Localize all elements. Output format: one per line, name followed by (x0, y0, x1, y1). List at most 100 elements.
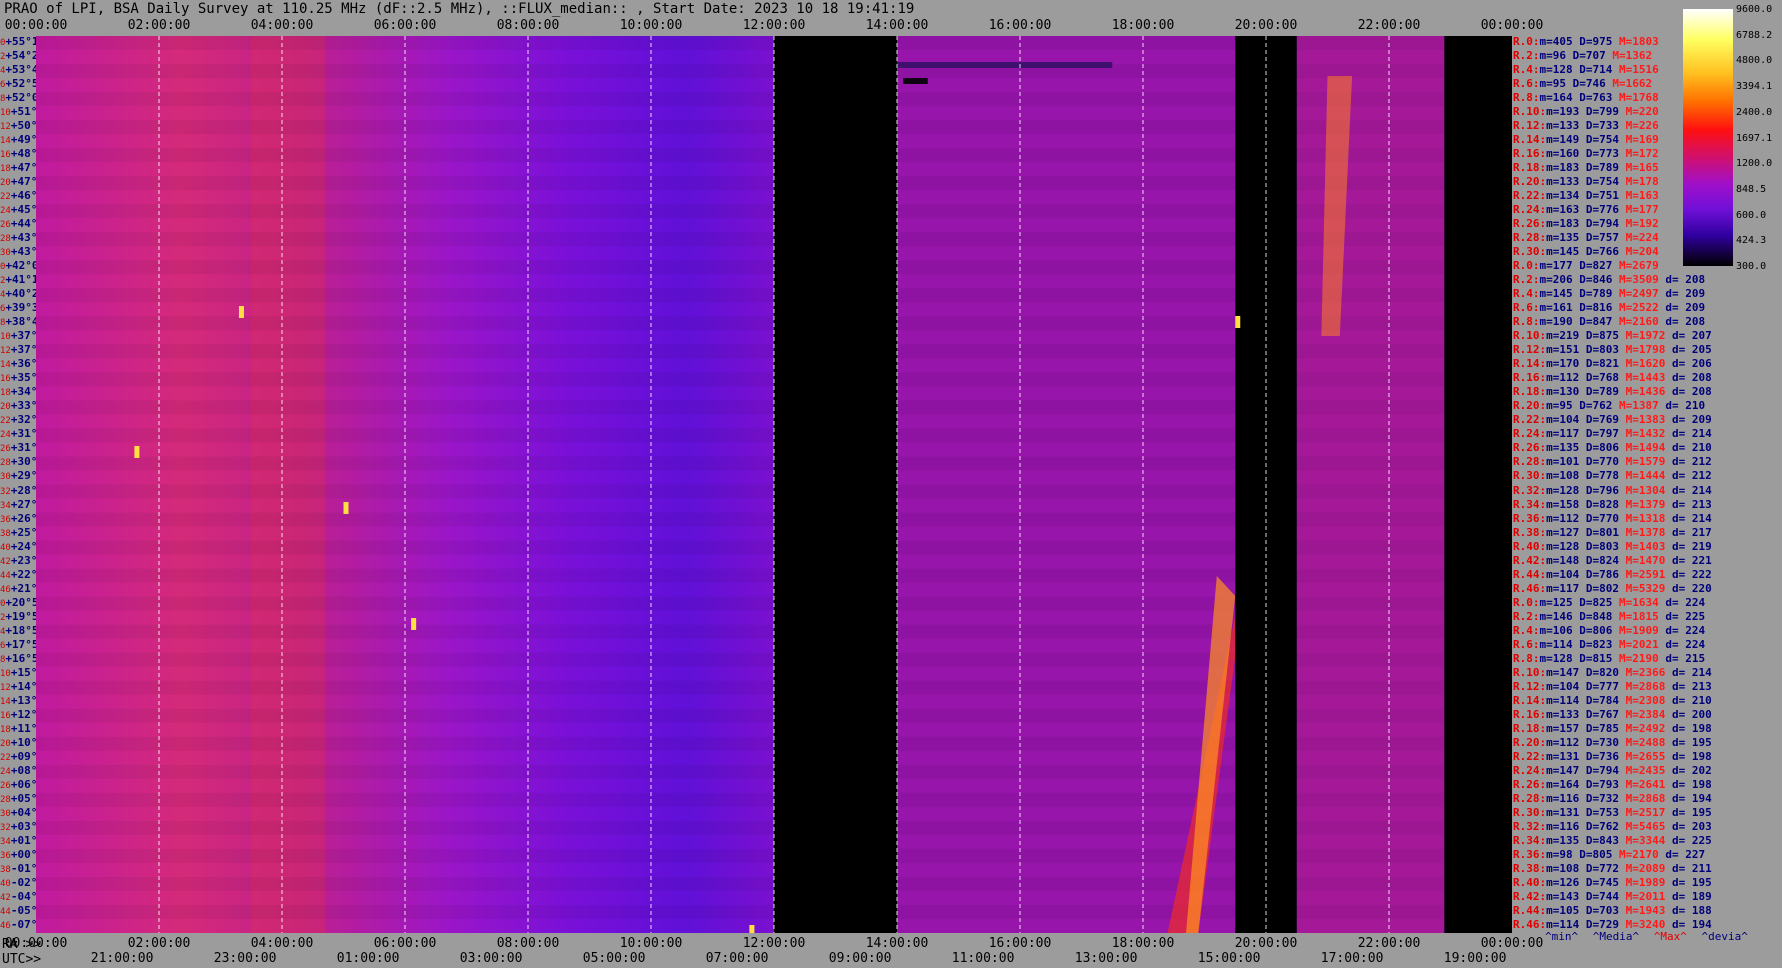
stat-row: R.28:m=135 D=757 M=224 (1513, 231, 1659, 245)
stat-row: R.32:m=116 D=762 M=5465 d= 203 (1513, 819, 1712, 833)
stat-min: 157 (1559, 721, 1580, 735)
bottom-utc-tick: 17:00:00 (1320, 951, 1384, 966)
bottom-utc-tick: 21:00:00 (90, 951, 154, 966)
stat-median: 777 (1599, 679, 1619, 693)
stat-max: 2497 (1632, 287, 1659, 301)
stat-max: 2190 (1632, 651, 1659, 665)
interference-streak (903, 78, 928, 84)
stat-max: 2868 (1638, 791, 1666, 805)
stat-max: 226 (1638, 119, 1659, 133)
stat-receiver: R.26: (1513, 441, 1547, 455)
row-index: 20 (0, 178, 11, 189)
stat-receiver: R.28: (1513, 455, 1547, 469)
stat-min: 112 (1559, 511, 1580, 525)
stat-min: 112 (1559, 371, 1580, 385)
blackout-region (774, 36, 897, 933)
stat-median: 823 (1592, 637, 1613, 651)
stat-min: 127 (1559, 525, 1580, 539)
stat-row: R.0:m=405 D=975 M=1803 (1513, 35, 1659, 48)
stat-min: 148 (1559, 553, 1580, 567)
stat-row: R.46:m=117 D=802 M=5329 d= 220 (1513, 581, 1712, 595)
colorbar-tick: 1200.0 (1736, 158, 1773, 170)
stats-legend-keys: ^min^ ^Media^ ^Max^ ^devia^ (1545, 930, 1748, 943)
row-index: 26 (0, 780, 11, 791)
stat-median: 847 (1592, 315, 1613, 329)
colorbar-tick: 848.5 (1736, 183, 1767, 195)
stat-max: 1387 (1632, 399, 1659, 413)
stat-min: 95 (1552, 77, 1566, 91)
row-index: 18 (0, 724, 11, 735)
stat-median: 820 (1599, 665, 1619, 679)
stat-devia: 203 (1691, 819, 1712, 833)
stat-row: R.4:m=128 D=714 M=1516 (1513, 63, 1659, 77)
stat-median: 767 (1599, 707, 1619, 721)
stat-min: 135 (1559, 441, 1580, 455)
stat-max: 163 (1638, 189, 1659, 203)
row-index: 32 (0, 822, 11, 833)
stat-min: 130 (1559, 385, 1580, 399)
top-ra-tick: 10:00:00 (619, 18, 683, 33)
bottom-ra-tick: 16:00:00 (988, 936, 1052, 951)
stat-median: 772 (1599, 861, 1619, 875)
stat-median: 730 (1599, 735, 1619, 749)
stat-receiver: R.6: (1513, 77, 1540, 91)
stat-receiver: R.14: (1513, 693, 1547, 707)
stat-max: 2641 (1638, 777, 1666, 791)
row-index: 38 (0, 864, 11, 875)
stat-receiver: R.16: (1513, 707, 1547, 721)
stat-devia: 220 (1691, 581, 1712, 595)
stat-max: 2492 (1638, 721, 1666, 735)
bottom-ra-tick: 10:00:00 (619, 936, 683, 951)
stat-median: 794 (1599, 217, 1619, 231)
stat-min: 108 (1559, 469, 1580, 483)
stat-median: 821 (1599, 357, 1619, 371)
stat-max: 2170 (1632, 847, 1659, 861)
bottom-ra-tick: 18:00:00 (1111, 936, 1175, 951)
stat-median: 799 (1599, 105, 1619, 119)
stat-devia: 227 (1685, 847, 1706, 861)
stat-devia: 206 (1691, 357, 1712, 371)
stat-devia: 208 (1685, 273, 1706, 287)
stat-devia: 212 (1691, 469, 1712, 483)
stat-row: R.22:m=104 D=769 M=1383 d= 209 (1513, 413, 1712, 427)
bottom-ra-axis: 00:00:00 02:00:00 04:00:00 06:00:00 08:00:00… (5, 936, 1544, 952)
row-index: 46 (0, 920, 11, 931)
row-index: 42 (0, 556, 11, 567)
stat-min: 98 (1559, 847, 1573, 861)
stat-receiver: R.4: (1513, 623, 1540, 637)
stat-max: 1516 (1632, 63, 1659, 77)
stat-receiver: R.10: (1513, 329, 1547, 343)
stat-receiver: R.20: (1513, 399, 1547, 413)
point-source (411, 618, 417, 630)
stat-max: 1972 (1638, 329, 1666, 343)
stat-median: 803 (1599, 539, 1619, 553)
row-index: 22 (0, 192, 11, 203)
stat-receiver: R.0: (1513, 259, 1540, 273)
stat-median: 805 (1592, 847, 1613, 861)
stat-row: R.40:m=126 D=745 M=1989 d= 195 (1513, 875, 1712, 889)
stat-max: 1362 (1625, 49, 1653, 63)
stat-min: 117 (1559, 427, 1580, 441)
stat-min: 95 (1559, 399, 1573, 413)
stat-min: 128 (1559, 539, 1580, 553)
stat-row: R.30:m=108 D=778 M=1444 d= 212 (1513, 469, 1712, 483)
stat-receiver: R.34: (1513, 833, 1547, 847)
row-index: 30 (0, 472, 11, 483)
stat-median: 733 (1599, 119, 1619, 133)
stat-max: 1379 (1638, 497, 1666, 511)
stat-devia: 221 (1691, 553, 1712, 567)
stat-receiver: R.30: (1513, 469, 1547, 483)
stat-max: 177 (1638, 203, 1659, 217)
row-index: 28 (0, 794, 11, 805)
stat-receiver: R.14: (1513, 133, 1547, 147)
stat-receiver: R.4: (1513, 63, 1540, 77)
stat-max: 1579 (1638, 455, 1666, 469)
stat-min: 163 (1559, 203, 1580, 217)
stat-devia: 205 (1691, 343, 1712, 357)
stat-row: R.2:m=146 D=848 M=1815 d= 225 (1513, 609, 1706, 623)
stat-row: R.42:m=143 D=744 M=2011 d= 189 (1513, 889, 1712, 903)
stat-median: 824 (1599, 553, 1619, 567)
stat-row: R.22:m=134 D=751 M=163 (1513, 189, 1659, 203)
point-source (749, 925, 755, 933)
stat-max: 220 (1638, 105, 1659, 119)
